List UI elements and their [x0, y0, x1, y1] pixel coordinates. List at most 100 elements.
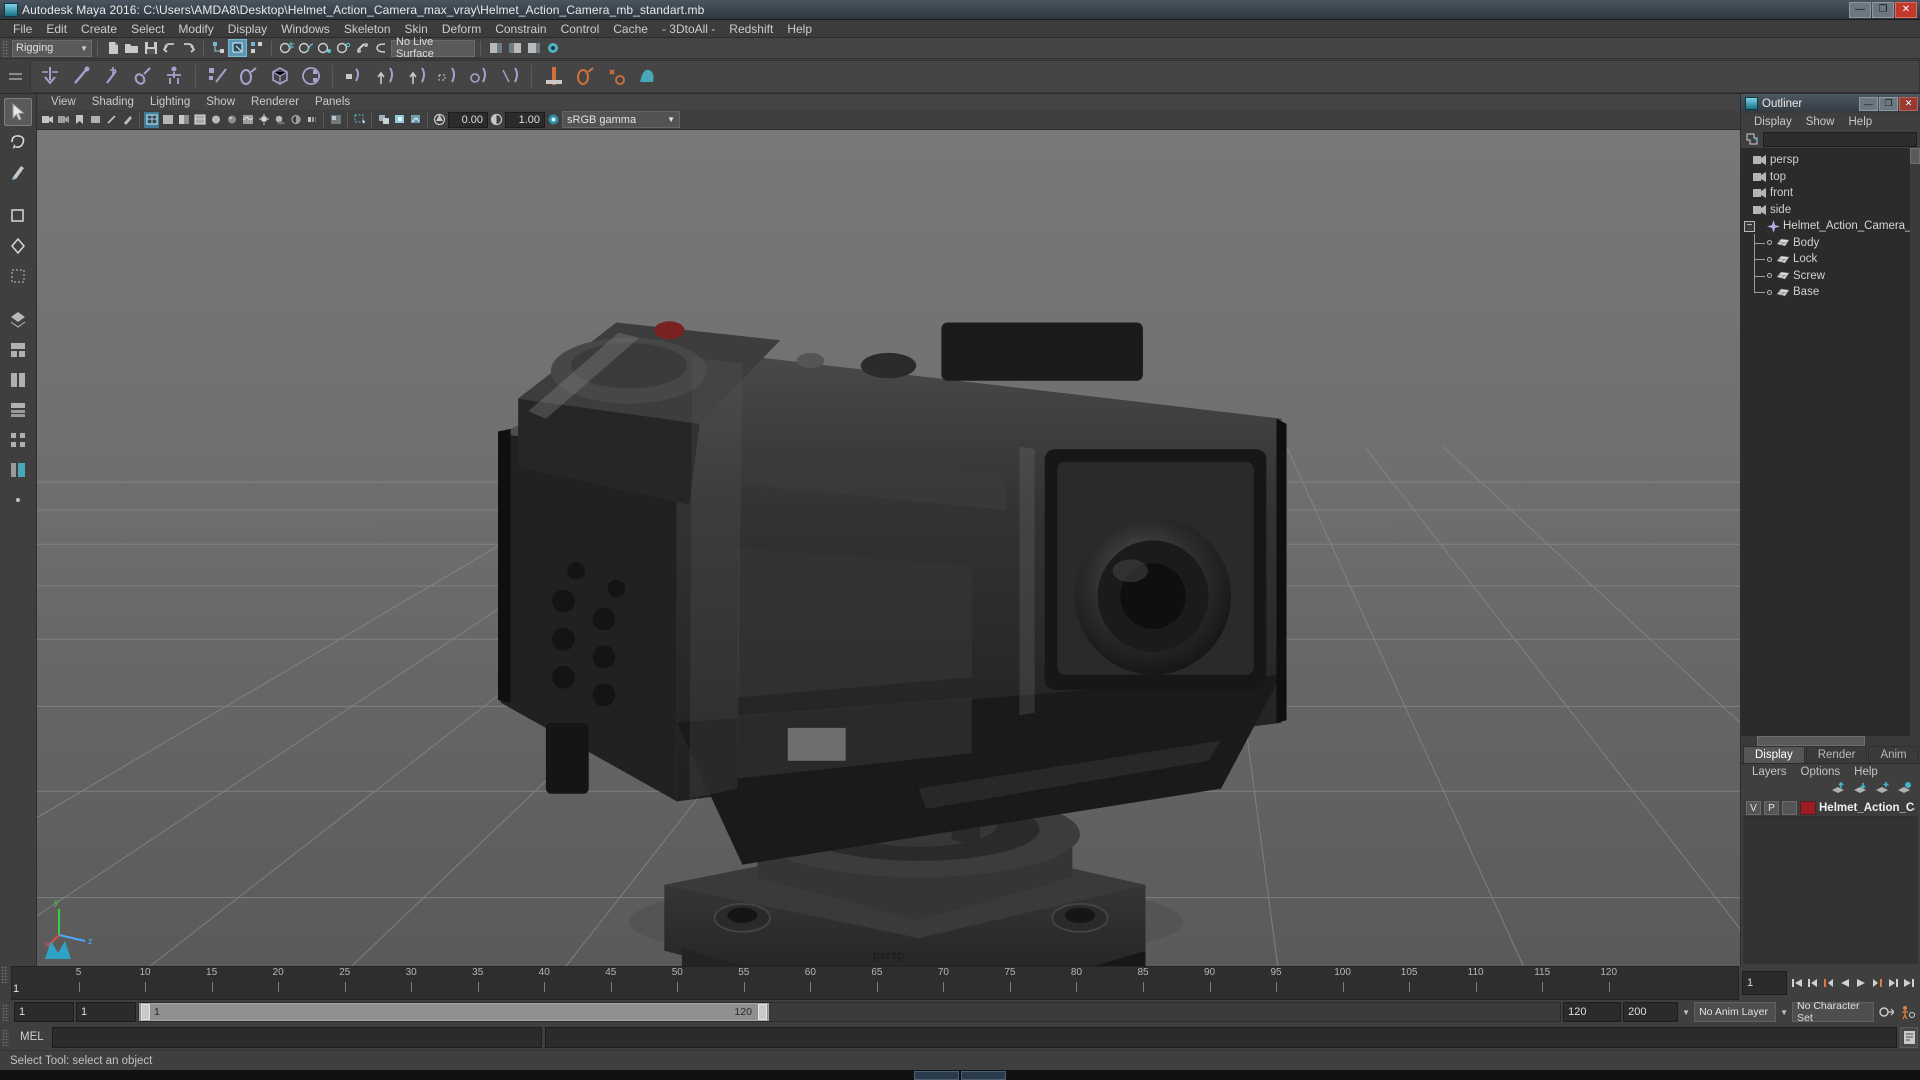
menu-item-3dtoall[interactable]: - 3DtoAll - — [655, 20, 722, 38]
graph-editor-layout-icon[interactable] — [4, 456, 32, 484]
move-tool-icon[interactable] — [4, 202, 32, 230]
menu-item-skeleton[interactable]: Skeleton — [337, 20, 398, 38]
viewport-menu-shading[interactable]: Shading — [84, 96, 142, 108]
paint-select-tool-icon[interactable] — [4, 158, 32, 186]
menu-item-edit[interactable]: Edit — [39, 20, 74, 38]
layer-shading-toggle[interactable] — [1782, 801, 1797, 815]
show-attribute-editor-icon[interactable] — [486, 39, 505, 57]
step-back-key-icon[interactable] — [1822, 974, 1836, 992]
timeline-grip[interactable] — [1, 966, 8, 983]
outliner-hscroll-thumb[interactable] — [1757, 736, 1865, 746]
menu-item-display[interactable]: Display — [221, 20, 274, 38]
step-forward-icon[interactable] — [1886, 974, 1900, 992]
new-scene-icon[interactable] — [103, 39, 122, 57]
step-back-icon[interactable] — [1806, 974, 1820, 992]
menu-item-modify[interactable]: Modify — [171, 20, 220, 38]
layer-tab-anim[interactable]: Anim — [1868, 746, 1919, 763]
color-management-icon[interactable] — [546, 112, 561, 128]
snap-to-curve-icon[interactable] — [296, 39, 315, 57]
outliner-menu-display[interactable]: Display — [1747, 116, 1799, 128]
auto-keyframe-icon[interactable] — [1876, 1003, 1896, 1021]
exposure-reset-icon[interactable] — [408, 112, 423, 128]
hypergraph-layout-icon[interactable] — [4, 426, 32, 454]
point-constraint-icon[interactable] — [371, 62, 400, 91]
bookmark-icon[interactable] — [72, 112, 87, 128]
range-grip[interactable] — [2, 1003, 9, 1021]
outliner-menu-show[interactable]: Show — [1799, 116, 1842, 128]
gamma-field[interactable]: 1.00 — [505, 111, 545, 128]
go-to-start-icon[interactable] — [1790, 974, 1804, 992]
lasso-tool-icon[interactable] — [4, 128, 32, 156]
pole-vector-constraint-icon[interactable] — [495, 62, 524, 91]
step-forward-key-icon[interactable] — [1870, 974, 1884, 992]
shadows-icon[interactable] — [272, 112, 287, 128]
command-language-label[interactable]: MEL — [15, 1031, 49, 1043]
menu-item-create[interactable]: Create — [74, 20, 124, 38]
menu-item-windows[interactable]: Windows — [274, 20, 337, 38]
show-render-view-icon[interactable] — [543, 39, 562, 57]
layer-playback-toggle[interactable]: P — [1764, 801, 1779, 815]
outliner-item-top[interactable]: top — [1741, 169, 1920, 186]
scale-constraint-icon[interactable] — [433, 62, 462, 91]
menu-item-help[interactable]: Help — [780, 20, 819, 38]
constraint-icon[interactable] — [128, 62, 157, 91]
current-frame-field[interactable]: 1 — [1742, 971, 1787, 995]
taskbar-item[interactable] — [961, 1070, 1006, 1080]
make-live-icon[interactable] — [372, 39, 391, 57]
cluster-deformer-icon[interactable] — [296, 62, 325, 91]
snap-to-projected-center-icon[interactable] — [334, 39, 353, 57]
character-set-selector[interactable]: No Character Set — [1792, 1000, 1874, 1024]
outliner-item-front[interactable]: front — [1741, 185, 1920, 202]
undo-icon[interactable] — [160, 39, 179, 57]
menu-item-skin[interactable]: Skin — [398, 20, 435, 38]
anim-end-field[interactable]: 200 — [1623, 1002, 1679, 1022]
outliner-maximize-button[interactable]: ❐ — [1879, 96, 1898, 111]
maximize-button[interactable]: ❐ — [1872, 1, 1894, 18]
menu-item-redshift[interactable]: Redshift — [722, 20, 780, 38]
menu-item-constrain[interactable]: Constrain — [488, 20, 553, 38]
menu-item-control[interactable]: Control — [554, 20, 607, 38]
add-layout-icon[interactable] — [4, 486, 32, 514]
menu-item-file[interactable]: File — [6, 20, 39, 38]
select-by-hierarchy-icon[interactable] — [209, 39, 228, 57]
range-start-handle[interactable] — [141, 1004, 150, 1020]
aim-constraint-icon[interactable] — [464, 62, 493, 91]
ik-handle-tool-icon[interactable] — [66, 62, 95, 91]
color-space-selector[interactable]: sRGB gamma ▼ — [562, 111, 680, 128]
menu-item-deform[interactable]: Deform — [435, 20, 488, 38]
toolbar-grip[interactable] — [2, 39, 9, 57]
bind-skin-icon[interactable] — [203, 62, 232, 91]
deformer-lattice-icon[interactable] — [265, 62, 294, 91]
isolate-select-icon[interactable] — [328, 112, 343, 128]
script-editor-icon[interactable] — [1900, 1026, 1918, 1048]
select-camera-icon[interactable] — [40, 112, 55, 128]
layer-list[interactable]: VP Helmet_Action_Camera — [1743, 800, 1918, 964]
show-channel-box-icon[interactable] — [524, 39, 543, 57]
move-layer-down-icon[interactable] — [1852, 781, 1868, 798]
outliner-item-side[interactable]: side — [1741, 202, 1920, 219]
outliner-layout-icon[interactable] — [4, 396, 32, 424]
outliner-tree[interactable]: persp top front side − Helmet_Action_Camera_n… — [1741, 148, 1920, 736]
texture-display-icon[interactable] — [240, 112, 255, 128]
layer-row[interactable]: VP Helmet_Action_Camera — [1743, 800, 1918, 817]
skeleton-rig-icon[interactable] — [159, 62, 188, 91]
command-line-grip[interactable] — [2, 1028, 9, 1046]
xray-active-components-icon[interactable] — [392, 112, 407, 128]
play-forwards-icon[interactable] — [1854, 974, 1868, 992]
camera-attributes-icon[interactable] — [56, 112, 71, 128]
blendshape-icon[interactable] — [601, 62, 630, 91]
muscle-system-icon[interactable] — [632, 62, 661, 91]
layer-tab-display[interactable]: Display — [1743, 746, 1805, 763]
ik-spline-handle-icon[interactable] — [97, 62, 126, 91]
snap-to-view-plane-icon[interactable] — [353, 39, 372, 57]
range-end-handle[interactable] — [758, 1004, 767, 1020]
image-plane-icon[interactable] — [88, 112, 103, 128]
minimize-button[interactable]: — — [1849, 1, 1871, 18]
parent-constraint-icon[interactable] — [340, 62, 369, 91]
anim-layer-chevron-icon[interactable]: ▼ — [1680, 1008, 1692, 1017]
lattice-bar-icon[interactable] — [539, 62, 568, 91]
layer-menu-options[interactable]: Options — [1794, 766, 1848, 778]
character-set-chevron-icon[interactable]: ▼ — [1778, 1008, 1790, 1017]
playback-start-field[interactable]: 1 — [76, 1002, 136, 1022]
outliner-item-lock[interactable]: Lock — [1741, 250, 1920, 268]
